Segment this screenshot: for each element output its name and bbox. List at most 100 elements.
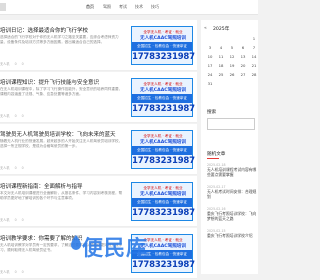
post-comments: 0 — [21, 62, 24, 66]
ad-strip: 全国招生 · 包教包会 · 快速拿证 — [132, 94, 192, 103]
ad-banner[interactable]: 全学无人机 · 考证 · 就业 无人机CAAC驾照培训 全国招生 · 包教包会 … — [131, 26, 195, 65]
calendar-caption: 2025年 — [213, 27, 230, 32]
post-excerpt: 随着无人机行业的快速发展，越来越多的人开始关注无人机驾驶员培训学校，选择一所正规… — [0, 139, 123, 148]
post-title[interactable]: 驾驶员无人机驾驶员培训学校：飞向未来的蓝天 — [0, 130, 120, 138]
random-post-title[interactable]: 重庆飞行考照培训学校介绍 — [207, 233, 257, 248]
calendar-day[interactable]: 17 — [205, 63, 215, 68]
post-comments: 0 — [21, 218, 24, 222]
calendar-day[interactable]: 20 — [238, 63, 248, 68]
post-card: 培训课程知识：提升飞行技能与安全意识 在无人机培训课程中，除了学习飞行操作技能外… — [0, 72, 197, 123]
calendar-day[interactable]: 7 — [249, 45, 259, 50]
search-widget-title: 搜索 — [207, 110, 217, 115]
post-views: 0 — [14, 218, 17, 222]
nav-item-tech[interactable]: 技术 — [135, 4, 143, 10]
calendar-day[interactable]: 24 — [205, 72, 215, 77]
calendar-week: 17 18 19 20 21 — [205, 63, 261, 72]
calendar-day[interactable]: 27 — [238, 72, 248, 77]
post-meta: 无人机 0 0 — [0, 165, 29, 170]
random-post-item[interactable]: 2025-02-17 无人机考试时间安排：合理规划 — [207, 185, 257, 204]
calendar-day[interactable]: 12 — [227, 54, 237, 59]
post-card: 培训课程新指南：全面解析与指导 本文对无人机培训课程进行全面解析，从报名条件、学… — [0, 176, 197, 227]
post-category[interactable]: 无人机 — [0, 62, 10, 66]
ad-phone: 17783231987 — [132, 208, 195, 218]
random-post-item[interactable]: 2025-02-18 无人机培训课程考试内容有哪些要点需要掌握 — [207, 163, 257, 182]
calendar-week: 3 4 5 6 7 — [205, 45, 261, 54]
post-views: 0 — [14, 114, 17, 118]
calendar-day[interactable]: 4 — [216, 45, 226, 50]
random-post-item[interactable]: 2025-02-15 重庆飞行考照培训学校介绍 — [207, 229, 257, 248]
post-category[interactable]: 无人机 — [0, 114, 10, 118]
nav-item-tips[interactable]: 技巧 — [151, 4, 159, 10]
ad-banner[interactable]: 全学无人机 · 考证 · 就业 无人机CAAC驾照培训 全国招生 · 包教包会 … — [131, 182, 195, 221]
calendar-day[interactable]: 5 — [227, 45, 237, 50]
watermark: 便民库 — [82, 236, 148, 260]
post-title[interactable]: 培训课程新指南：全面解析与指导 — [0, 182, 120, 190]
calendar-week: 10 11 12 13 14 — [205, 54, 261, 63]
calendar-week: 1 — [205, 36, 261, 45]
calendar-day[interactable]: 18 — [216, 63, 226, 68]
ad-strip: 全国招生 · 包教包会 · 快速拿证 — [132, 198, 192, 207]
post-category[interactable]: 无人机 — [0, 166, 10, 170]
post-comments: 0 — [21, 114, 24, 118]
post-meta: 无人机 0 0 — [0, 269, 29, 274]
calendar-day[interactable]: 21 — [249, 63, 259, 68]
calendar-day[interactable]: 28 — [249, 72, 259, 77]
calendar-day[interactable]: 26 — [227, 72, 237, 77]
calendar-day[interactable]: 14 — [249, 54, 259, 59]
post-category[interactable]: 无人机 — [0, 270, 10, 274]
top-navigation: 首页 驾照 考试 技术 技巧 — [0, 0, 258, 15]
section-divider — [207, 158, 219, 159]
calendar-grid: 1 3 4 5 6 7 10 11 12 13 14 17 18 19 20 2… — [205, 36, 261, 90]
nav-item-home[interactable]: 首页 — [86, 4, 94, 10]
calendar-day[interactable]: 6 — [238, 45, 248, 50]
calendar-day[interactable]: 3 — [205, 45, 215, 50]
calendar-day[interactable]: 13 — [238, 54, 248, 59]
calendar-day[interactable]: 31 — [205, 81, 215, 86]
post-excerpt: 选择适合的飞行学校对于你的无人机学习之路至关重要，应综合考虑师资力量、设备条件及… — [0, 35, 119, 44]
sidebar: « 2025年 1 3 4 5 6 7 10 11 12 13 14 17 18… — [201, 20, 258, 274]
ad-strip: 全国招生 · 包教包会 · 快速拿证 — [132, 42, 192, 51]
post-card: 培训日记：选择最适合你的飞行学校 选择适合的飞行学校对于你的无人机学习之路至关重… — [0, 20, 197, 71]
post-card: 驾驶员无人机驾驶员培训学校：飞向未来的蓝天 随着无人机行业的快速发展，越来越多的… — [0, 124, 197, 175]
ad-headline: 无人机CAAC驾照培训 — [139, 36, 186, 41]
calendar-day[interactable]: 25 — [216, 72, 226, 77]
random-post-title[interactable]: 重庆飞行考照培训学校：飞向梦想的蓝天之路 — [207, 211, 257, 226]
ad-phone: 17783231987 — [132, 156, 195, 166]
calendar-prev-link[interactable]: « — [204, 26, 207, 31]
calendar-day[interactable]: 10 — [205, 54, 215, 59]
nav-item-exam[interactable]: 考试 — [119, 4, 127, 10]
ad-headline: 无人机CAAC驾照培训 — [139, 88, 186, 93]
post-views: 0 — [14, 270, 17, 274]
ad-banner[interactable]: 全学无人机 · 考证 · 就业 无人机CAAC驾照培训 全国招生 · 包教包会 … — [131, 78, 195, 117]
post-excerpt: 本文对无人机培训课程进行全面解析，从报名条件、学习内容到考核流程，帮助学员更好地… — [0, 191, 123, 200]
random-post-title[interactable]: 无人机培训课程考试内容有哪些要点需要掌握 — [207, 167, 257, 182]
ad-phone: 17783231987 — [132, 104, 195, 114]
calendar-day[interactable]: 19 — [227, 63, 237, 68]
ad-headline: 无人机CAAC驾照培训 — [139, 192, 186, 197]
ad-banner[interactable]: 全学无人机 · 考证 · 就业 无人机CAAC驾照培训 全国招生 · 包教包会 … — [131, 130, 195, 169]
header-edge — [0, 3, 6, 11]
post-views: 0 — [14, 166, 17, 170]
post-views: 0 — [14, 62, 17, 66]
calendar-day[interactable]: 11 — [216, 54, 226, 59]
random-post-title[interactable]: 无人机考试时间安排：合理规划 — [207, 189, 257, 204]
post-meta: 无人机 0 0 — [0, 113, 29, 118]
post-meta: 无人机 0 0 — [0, 217, 29, 222]
random-post-item[interactable]: 2025-02-16 重庆飞行考照培训学校：飞向梦想的蓝天之路 — [207, 207, 257, 226]
watermark-logo-icon — [71, 235, 81, 250]
ad-strip: 全国招生 · 包教包会 · 快速拿证 — [132, 146, 192, 155]
post-title[interactable]: 培训日记：选择最适合你的飞行学校 — [0, 26, 120, 34]
calendar-week: 24 25 26 27 28 — [205, 72, 261, 81]
post-title[interactable]: 培训课程知识：提升飞行技能与安全意识 — [0, 78, 120, 86]
post-comments: 0 — [21, 166, 24, 170]
post-comments: 0 — [21, 270, 24, 274]
post-category[interactable]: 无人机 — [0, 218, 10, 222]
calendar-week: 31 — [205, 81, 261, 90]
search-input[interactable] — [207, 118, 255, 130]
nav-item-license[interactable]: 驾照 — [103, 4, 111, 10]
calendar-day[interactable]: 1 — [249, 36, 259, 41]
post-meta: 无人机 0 0 — [0, 61, 29, 66]
random-posts-title: 随机文章 — [207, 152, 226, 157]
ad-headline: 无人机CAAC驾照培训 — [139, 140, 186, 145]
post-excerpt: 在无人机培训课程中，除了学习飞行操作技能外，安全意识的培养同样重要，课程内容涵盖… — [0, 87, 123, 96]
